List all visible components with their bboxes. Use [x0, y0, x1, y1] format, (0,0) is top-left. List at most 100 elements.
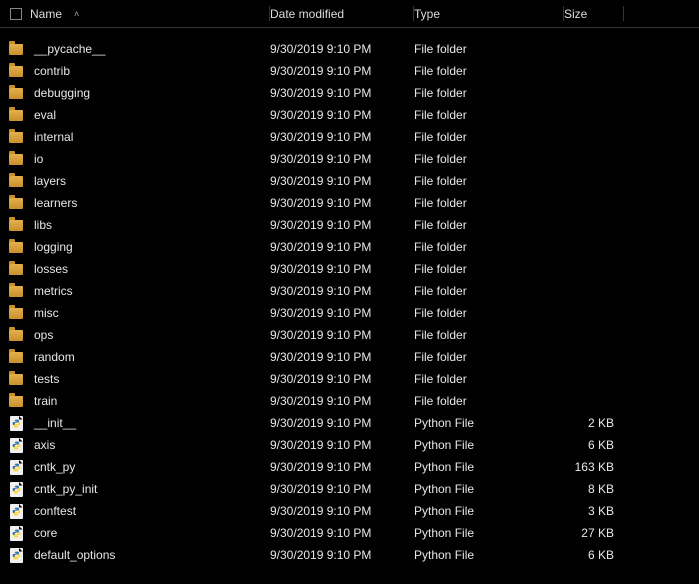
python-file-icon — [6, 548, 26, 563]
file-type: File folder — [414, 262, 564, 276]
file-date: 9/30/2019 9:10 PM — [270, 108, 414, 122]
file-row[interactable]: conftest9/30/2019 9:10 PMPython File3 KB — [0, 500, 699, 522]
file-size: 6 KB — [564, 548, 624, 562]
file-row[interactable]: learners9/30/2019 9:10 PMFile folder — [0, 192, 699, 214]
file-date: 9/30/2019 9:10 PM — [270, 460, 414, 474]
column-header-type[interactable]: Type — [414, 0, 564, 27]
file-type: Python File — [414, 548, 564, 562]
file-type: Python File — [414, 504, 564, 518]
column-header-type-label: Type — [414, 7, 440, 21]
file-name: learners — [30, 196, 77, 210]
file-name: io — [30, 152, 43, 166]
file-row[interactable]: ops9/30/2019 9:10 PMFile folder — [0, 324, 699, 346]
file-date: 9/30/2019 9:10 PM — [270, 394, 414, 408]
file-type: File folder — [414, 64, 564, 78]
file-row[interactable]: debugging 9/30/2019 9:10 PMFile folder — [0, 82, 699, 104]
file-row[interactable]: __init__9/30/2019 9:10 PMPython File2 KB — [0, 412, 699, 434]
file-name: axis — [30, 438, 55, 452]
file-type: File folder — [414, 240, 564, 254]
file-date: 9/30/2019 9:10 PM — [270, 86, 414, 100]
file-row[interactable]: layers9/30/2019 9:10 PMFile folder — [0, 170, 699, 192]
folder-icon — [6, 264, 26, 275]
column-header-name-label: Name — [30, 7, 62, 21]
file-name: internal — [30, 130, 73, 144]
file-name: metrics — [30, 284, 73, 298]
file-name: debugging — [30, 86, 90, 100]
python-file-icon — [6, 460, 26, 475]
file-size: 2 KB — [564, 416, 624, 430]
python-file-icon — [6, 482, 26, 497]
folder-icon — [6, 154, 26, 165]
folder-icon — [6, 286, 26, 297]
file-row[interactable]: internal 9/30/2019 9:10 PMFile folder — [0, 126, 699, 148]
python-file-icon — [6, 526, 26, 541]
file-type: File folder — [414, 174, 564, 188]
file-row[interactable]: io9/30/2019 9:10 PMFile folder — [0, 148, 699, 170]
file-row[interactable]: libs9/30/2019 9:10 PMFile folder — [0, 214, 699, 236]
file-date: 9/30/2019 9:10 PM — [270, 64, 414, 78]
file-name: core — [30, 526, 57, 540]
file-type: File folder — [414, 152, 564, 166]
column-header-date-label: Date modified — [270, 7, 344, 21]
column-header-size[interactable]: Size — [564, 0, 624, 27]
file-type: File folder — [414, 130, 564, 144]
file-type: File folder — [414, 108, 564, 122]
file-date: 9/30/2019 9:10 PM — [270, 262, 414, 276]
file-row[interactable]: eval9/30/2019 9:10 PMFile folder — [0, 104, 699, 126]
file-row[interactable]: misc9/30/2019 9:10 PMFile folder — [0, 302, 699, 324]
file-row[interactable]: tests9/30/2019 9:10 PMFile folder — [0, 368, 699, 390]
select-all-checkbox[interactable] — [6, 8, 26, 20]
file-date: 9/30/2019 9:10 PM — [270, 350, 414, 364]
column-header-row: Name ˄ Date modified Type Size — [0, 0, 699, 28]
folder-icon — [6, 176, 26, 187]
python-file-icon — [6, 438, 26, 453]
file-name: cntk_py — [30, 460, 75, 474]
file-name: default_options — [30, 548, 115, 562]
column-header-name[interactable]: Name ˄ — [26, 0, 270, 27]
file-name: libs — [30, 218, 52, 232]
file-name: train — [30, 394, 57, 408]
file-type: Python File — [414, 482, 564, 496]
file-row[interactable]: metrics 9/30/2019 9:10 PMFile folder — [0, 280, 699, 302]
folder-icon — [6, 66, 26, 77]
file-type: File folder — [414, 86, 564, 100]
python-file-icon — [6, 416, 26, 431]
folder-icon — [6, 198, 26, 209]
sort-ascending-icon: ˄ — [74, 9, 79, 19]
folder-icon — [6, 396, 26, 407]
file-name: __pycache__ — [30, 42, 105, 56]
file-row[interactable]: logging9/30/2019 9:10 PMFile folder — [0, 236, 699, 258]
file-date: 9/30/2019 9:10 PM — [270, 42, 414, 56]
file-row[interactable]: train9/30/2019 9:10 PMFile folder — [0, 390, 699, 412]
file-size: 8 KB — [564, 482, 624, 496]
file-type: File folder — [414, 306, 564, 320]
folder-icon — [6, 330, 26, 341]
file-row[interactable]: cntk_py_init9/30/2019 9:10 PMPython File… — [0, 478, 699, 500]
file-date: 9/30/2019 9:10 PM — [270, 174, 414, 188]
file-name: conftest — [30, 504, 76, 518]
column-header-date[interactable]: Date modified — [270, 0, 414, 27]
file-date: 9/30/2019 9:10 PM — [270, 284, 414, 298]
folder-icon — [6, 374, 26, 385]
file-row[interactable]: __pycache__9/30/2019 9:10 PMFile folder — [0, 38, 699, 60]
file-list: __pycache__9/30/2019 9:10 PMFile folderc… — [0, 28, 699, 566]
file-type: File folder — [414, 350, 564, 364]
python-file-icon — [6, 504, 26, 519]
file-row[interactable]: axis9/30/2019 9:10 PMPython File6 KB — [0, 434, 699, 456]
file-date: 9/30/2019 9:10 PM — [270, 240, 414, 254]
file-row[interactable]: default_options9/30/2019 9:10 PMPython F… — [0, 544, 699, 566]
file-date: 9/30/2019 9:10 PM — [270, 130, 414, 144]
file-name: losses — [30, 262, 68, 276]
file-row[interactable]: core9/30/2019 9:10 PMPython File27 KB — [0, 522, 699, 544]
file-type: File folder — [414, 284, 564, 298]
file-size: 3 KB — [564, 504, 624, 518]
file-type: Python File — [414, 416, 564, 430]
file-row[interactable]: losses 9/30/2019 9:10 PMFile folder — [0, 258, 699, 280]
file-type: File folder — [414, 372, 564, 386]
file-type: File folder — [414, 218, 564, 232]
file-row[interactable]: contrib9/30/2019 9:10 PMFile folder — [0, 60, 699, 82]
folder-icon — [6, 88, 26, 99]
file-row[interactable]: random9/30/2019 9:10 PMFile folder — [0, 346, 699, 368]
file-row[interactable]: cntk_py9/30/2019 9:10 PMPython File163 K… — [0, 456, 699, 478]
file-type: File folder — [414, 328, 564, 342]
